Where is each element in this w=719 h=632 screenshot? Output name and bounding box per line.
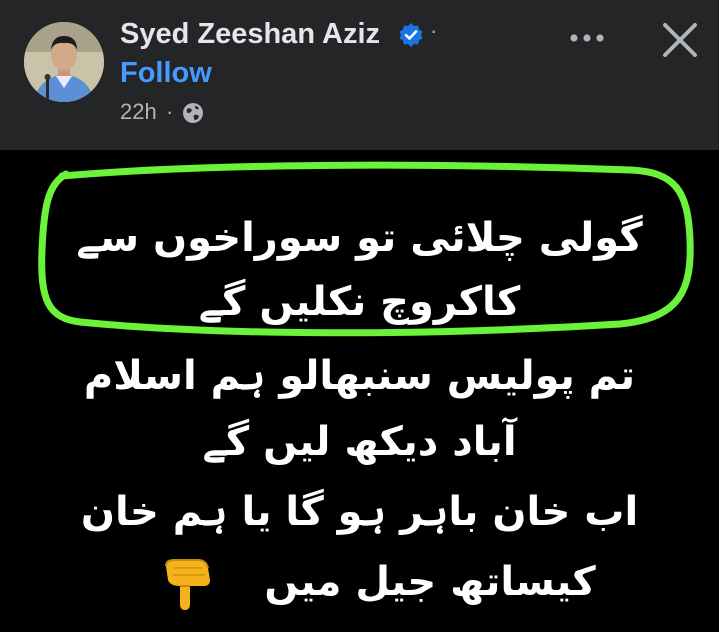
highlighted-line-2: کاکروچ نکلیں گے	[198, 279, 521, 325]
post-header: Syed Zeeshan Aziz · Follow 22h ·	[0, 0, 719, 150]
more-options-icon[interactable]	[562, 20, 612, 56]
pointing-down-hand-emoji	[165, 559, 210, 610]
author-name[interactable]: Syed Zeeshan Aziz	[120, 14, 380, 54]
highlighted-line-1: گولی چلائی تو سوراخوں سے	[76, 215, 643, 261]
text-line-1: تم پولیس سنبھالو ہم اسلام	[83, 353, 636, 399]
time-separator: ·	[166, 99, 174, 124]
text-line-2: آباد دیکھ لیں گے	[202, 419, 517, 465]
globe-icon	[183, 103, 203, 123]
name-separator: ·	[430, 18, 438, 43]
verified-badge-icon	[399, 23, 423, 47]
avatar[interactable]	[24, 22, 104, 102]
post-timestamp[interactable]: 22h	[120, 97, 157, 127]
text-line-3: اب خان باہر ہو گا یا ہم خان	[80, 489, 639, 535]
follow-button[interactable]: Follow	[120, 54, 212, 92]
final-line-row: کیساتھ جیل میں	[0, 552, 719, 618]
post-image: گولی چلائی تو سوراخوں سے کاکروچ نکلیں گے…	[0, 150, 719, 632]
text-line-4: کیساتھ جیل میں	[264, 559, 596, 605]
close-icon[interactable]	[655, 15, 705, 65]
post-viewer: Syed Zeeshan Aziz · Follow 22h · گولی چل…	[0, 0, 719, 632]
avatar-image	[24, 22, 104, 102]
